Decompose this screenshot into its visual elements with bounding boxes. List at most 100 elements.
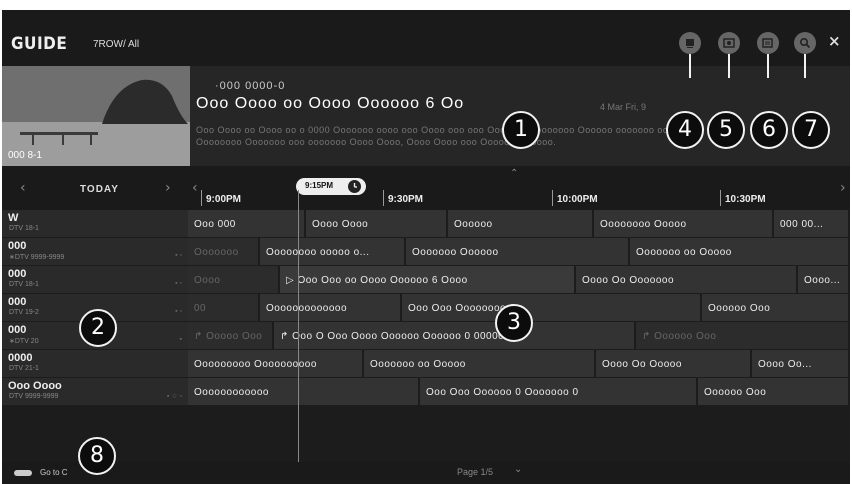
record-icon[interactable] [718, 32, 740, 54]
schedule-icon[interactable] [757, 32, 779, 54]
program-cell[interactable]: Ooooooo oo Ooooo [630, 238, 850, 265]
search-icon[interactable] [794, 32, 816, 54]
channel-name: 000 [8, 268, 27, 280]
channel-cell[interactable]: 000 DTV 18-1 ▪ ▫ [2, 266, 188, 293]
channel-number: ∗DTV 20 [9, 338, 39, 345]
channel-cell[interactable]: 000 ∗DTV 9999-9999 ▪ ▫ [2, 238, 188, 265]
program-list-icon[interactable] [679, 32, 701, 54]
lock-icon: ▪ [179, 336, 182, 343]
callout-leader [689, 54, 691, 78]
current-time-label: 9:15PM [305, 181, 334, 190]
close-button[interactable]: × [828, 32, 841, 50]
channel-row: W DTV 18-1 Ooo 000 Oooo Oooo Oooooo Oooo… [2, 210, 850, 238]
program-cell[interactable]: Ooo 000 [188, 210, 306, 237]
callout-leader [804, 54, 806, 78]
channel-name: 0000 [8, 352, 33, 364]
channel-number: DTV 21-1 [9, 365, 39, 372]
program-cell[interactable]: Oooooooo Ooooo [594, 210, 774, 237]
callout-3: 3 [495, 304, 533, 342]
program-grid: W DTV 18-1 Ooo 000 Oooo Oooo Oooooo Oooo… [2, 210, 850, 462]
program-cell[interactable]: Oooo Oo Ooooo [596, 350, 752, 377]
callout-8: 8 [78, 437, 116, 475]
time-slot-label: 9:00PM [206, 194, 242, 205]
program-cell[interactable]: Ooooooo [188, 238, 260, 265]
guide-screen: GUIDE 7ROW/ All × 000 8-1 ·000 0000-0 Oo… [2, 10, 850, 484]
clock-icon [348, 180, 361, 193]
time-tick [720, 190, 721, 206]
channel-row: Ooo Oooo DTV 9999-9999 ▪ ☆ ▫ Ooooooooooo… [2, 378, 850, 406]
program-cell[interactable]: Oooooooo ooooo o... [260, 238, 406, 265]
page-down-chevron-icon[interactable]: ⌄ [514, 464, 522, 475]
time-slot-label: 10:00PM [557, 194, 598, 205]
program-subtitle: ·000 0000-0 [215, 80, 286, 92]
lock-icon: ▪ ▫ [175, 308, 182, 315]
program-cell[interactable]: 000 00... [774, 210, 850, 237]
guide-header: GUIDE 7ROW/ All × [2, 10, 850, 66]
channel-number: DTV 18-1 [9, 225, 39, 232]
channel-name: W [8, 212, 19, 224]
channel-cell[interactable]: 0000 DTV 21-1 [2, 350, 188, 377]
next-time-arrow[interactable]: › [840, 180, 846, 196]
previous-time-arrow[interactable]: ‹ [192, 180, 198, 196]
channel-number: DTV 18-1 [9, 281, 39, 288]
program-cell[interactable]: Oooo Oo... [752, 350, 850, 377]
channel-row: 000 ∗DTV 9999-9999 ▪ ▫ Ooooooo Oooooooo … [2, 238, 850, 266]
program-cell[interactable]: Oooooo [448, 210, 594, 237]
callout-4: 4 [666, 111, 704, 149]
program-cell[interactable]: Ooooooooo Oooooooooo [188, 350, 364, 377]
time-slot-label: 10:30PM [725, 194, 766, 205]
program-cell[interactable]: Ooooooooooooo [260, 294, 402, 321]
channel-filter[interactable]: 7ROW/ All [93, 39, 139, 50]
previous-day-arrow[interactable]: ‹ [20, 180, 26, 196]
program-cell[interactable]: Oooooooooooo [188, 378, 420, 405]
lock-icon: ▪ ▫ [175, 252, 182, 259]
program-cell[interactable]: Oooooo Ooo [698, 378, 850, 405]
current-time-line [298, 190, 299, 466]
program-cell[interactable]: Ooooooo oo Ooooo [364, 350, 596, 377]
scroll-up-chevron-icon[interactable]: ⌃ [510, 168, 518, 179]
program-cell[interactable]: 00 [188, 294, 260, 321]
callout-1: 1 [502, 111, 540, 149]
time-tick [383, 190, 384, 206]
channel-number: DTV 19-2 [9, 309, 39, 316]
day-label: TODAY [80, 184, 119, 195]
program-cell[interactable]: Oooo Oooo [306, 210, 448, 237]
channel-cell[interactable]: W DTV 18-1 [2, 210, 188, 237]
timeline-bar: ‹ TODAY › ‹ ⌃ › 9:00PM 9:30PM 10:00PM 10… [2, 166, 850, 210]
next-day-arrow[interactable]: › [165, 180, 171, 196]
program-cell[interactable]: ↱ Ooooo Ooo [188, 322, 274, 349]
channel-number: ∗DTV 9999-9999 [9, 254, 65, 261]
program-cell[interactable]: Oooo... [798, 266, 850, 293]
favorite-lock-icons: ▪ ☆ ▫ [166, 393, 182, 400]
color-key-icon [14, 470, 32, 476]
page-title: GUIDE [11, 34, 68, 54]
channel-row: 0000 DTV 21-1 Ooooooooo Oooooooooo Ooooo… [2, 350, 850, 378]
current-time-badge: 9:15PM [296, 178, 366, 195]
channel-name: Ooo Oooo [8, 380, 62, 392]
go-to-channel-label[interactable]: Go to C [40, 468, 68, 477]
callout-leader [767, 54, 769, 78]
time-tick [201, 190, 202, 206]
program-date: 4 Mar Fri, 9 [600, 102, 647, 112]
callout-6: 6 [750, 111, 788, 149]
program-cell[interactable]: ↱ Ooo O Ooo Oooo Oooooo Oooooo 0 0000000… [274, 322, 636, 349]
channel-number: DTV 9999-9999 [9, 393, 59, 400]
page-indicator: Page 1/5 [457, 467, 494, 477]
channel-cell[interactable]: Ooo Oooo DTV 9999-9999 ▪ ☆ ▫ [2, 378, 188, 405]
guide-footer: Go to C Page 1/5 ⌄ [2, 462, 850, 484]
channel-name: 000 [8, 240, 27, 252]
program-title: Ooo Oooo oo Oooo Oooooo 6 Oo [196, 95, 465, 112]
program-cell-current[interactable]: ▷ Ooo Ooo oo Oooo Oooooo 6 Oooo [280, 266, 576, 293]
program-cell[interactable]: Ooo Ooo Oooooooo 0 [402, 294, 702, 321]
callout-5: 5 [707, 111, 745, 149]
channel-row: 000 DTV 18-1 ▪ ▫ Oooo ▷ Ooo Ooo oo Oooo … [2, 266, 850, 294]
program-cell[interactable]: Oooooo Ooo [702, 294, 850, 321]
program-cell[interactable]: Ooooooo Oooooo [406, 238, 630, 265]
program-cell[interactable]: ↱ Oooooo Ooo [636, 322, 850, 349]
channel-row: 000 DTV 19-2 ▪ ▫ 00 Ooooooooooooo Ooo Oo… [2, 294, 850, 322]
program-cell[interactable]: Ooo Ooo Oooooo 0 Ooooooo 0 [420, 378, 698, 405]
callout-7: 7 [792, 111, 830, 149]
program-cell[interactable]: Oooo [188, 266, 280, 293]
channel-name: 000 [8, 324, 27, 336]
program-cell[interactable]: Oooo Oo Ooooooo [576, 266, 798, 293]
